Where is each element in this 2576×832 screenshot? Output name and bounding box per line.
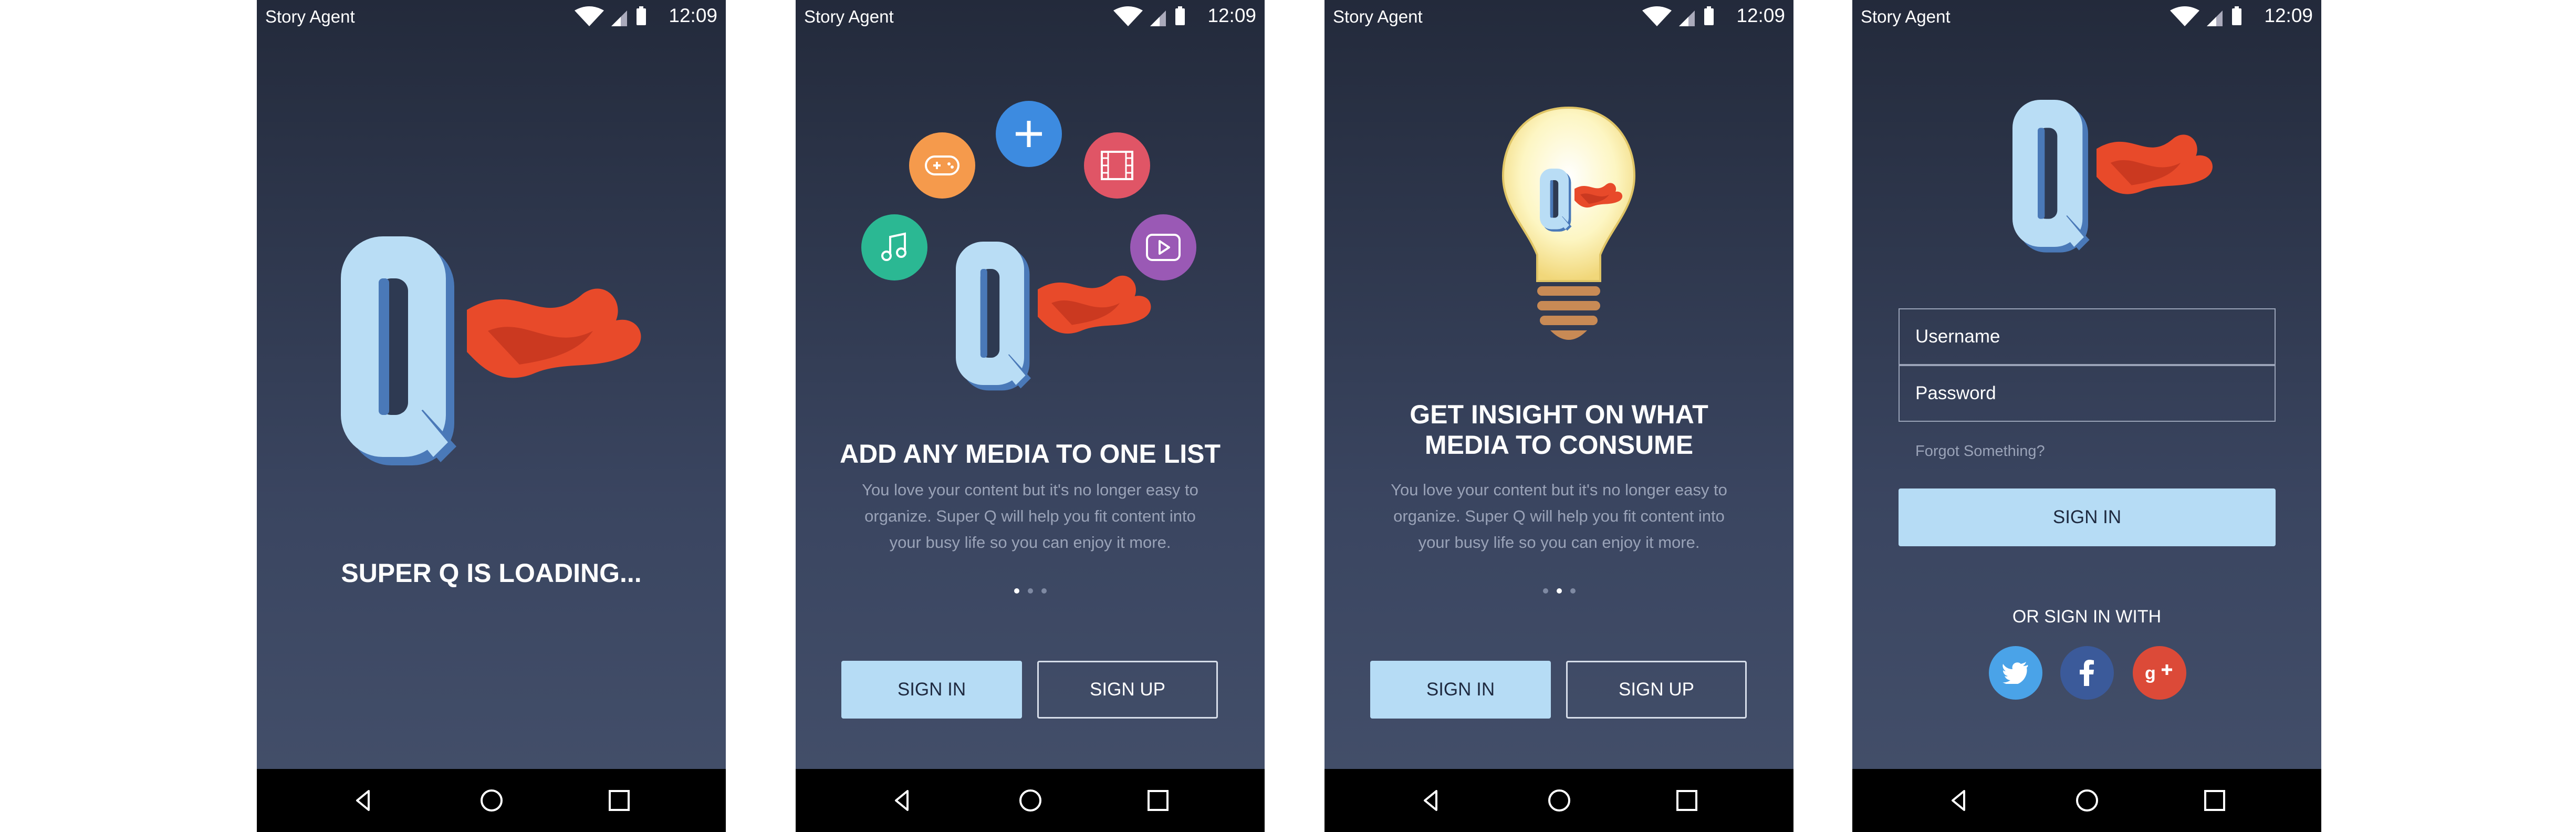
plus-icon: [996, 101, 1062, 167]
onboarding-description: You love your content but it's no longer…: [862, 481, 1198, 552]
status-bar: Story Agent 12:09: [257, 0, 726, 34]
page-dot-active: [1556, 588, 1562, 594]
svg-text:g: g: [2145, 663, 2156, 683]
music-icon: [861, 214, 927, 280]
onboarding-heading: ADD ANY MEDIA TO ONE LIST: [839, 439, 1221, 469]
carrier-label: Story Agent: [1333, 7, 1423, 26]
screen-onboarding-insight: Story Agent 12:09 GET INSIGHT ON WHAT ME…: [1324, 0, 1793, 832]
onboarding-heading: GET INSIGHT ON WHAT MEDIA TO CONSUME: [1410, 400, 1708, 460]
lightbulb-icon: [1501, 106, 1636, 340]
username-field[interactable]: Username: [1899, 308, 2276, 365]
recents-icon[interactable]: [1142, 785, 1174, 816]
home-icon[interactable]: [1543, 785, 1575, 816]
status-icons: [2169, 5, 2253, 28]
password-field[interactable]: Password: [1899, 365, 2276, 422]
home-icon[interactable]: [1015, 785, 1046, 816]
film-icon: [1084, 132, 1150, 199]
page-dot: [1542, 588, 1548, 594]
back-icon[interactable]: [348, 785, 379, 816]
super-q-logo: [956, 242, 1161, 405]
back-icon[interactable]: [1943, 785, 1975, 816]
status-icons: [573, 5, 658, 28]
nav-bar: [1324, 769, 1793, 832]
page-dot: [1570, 588, 1576, 594]
page-dot: [1027, 588, 1033, 594]
page-indicator: [796, 587, 1265, 595]
sign-in-button[interactable]: SIGN IN: [1899, 488, 2276, 546]
twitter-icon[interactable]: [1989, 646, 2042, 700]
recents-icon[interactable]: [2199, 785, 2230, 816]
or-sign-in-with-label: OR SIGN IN WITH: [2012, 607, 2162, 627]
clock: 12:09: [669, 5, 717, 26]
page-dot-active: [1014, 588, 1019, 594]
status-icons: [1112, 5, 1196, 28]
sign-up-button[interactable]: SIGN UP: [1037, 661, 1218, 719]
clock: 12:09: [2264, 5, 2313, 26]
sign-up-button[interactable]: SIGN UP: [1566, 661, 1747, 719]
page-dot: [1041, 588, 1047, 594]
recents-icon[interactable]: [603, 785, 635, 816]
super-q-logo: [2012, 100, 2223, 268]
nav-bar: [1852, 769, 2321, 832]
back-icon[interactable]: [887, 785, 918, 816]
nav-bar: [796, 769, 1265, 832]
gamepad-icon: [909, 132, 975, 199]
status-bar: Story Agent 12:09: [1852, 0, 2321, 34]
onboarding-description: You love your content but it's no longer…: [1391, 481, 1727, 552]
page-indicator: [1324, 587, 1793, 595]
status-icons: [1641, 5, 1725, 28]
google-plus-icon[interactable]: g: [2133, 646, 2186, 700]
loading-text: SUPER Q IS LOADING...: [341, 558, 642, 588]
carrier-label: Story Agent: [265, 7, 355, 26]
sign-in-button[interactable]: SIGN IN: [1370, 661, 1551, 719]
home-icon[interactable]: [2071, 785, 2103, 816]
screen-loading: Story Agent 12:09 SUPER Q IS LOADING...: [257, 0, 726, 832]
super-q-logo: [341, 236, 656, 488]
status-bar: Story Agent 12:09: [1324, 0, 1793, 34]
screen-sign-in: Story Agent 12:09 Username Password Forg…: [1852, 0, 2321, 832]
clock: 12:09: [1736, 5, 1785, 26]
recents-icon[interactable]: [1671, 785, 1703, 816]
nav-bar: [257, 769, 726, 832]
status-bar: Story Agent 12:09: [796, 0, 1265, 34]
carrier-label: Story Agent: [804, 7, 894, 26]
back-icon[interactable]: [1415, 785, 1447, 816]
home-icon[interactable]: [476, 785, 507, 816]
facebook-icon[interactable]: [2060, 646, 2114, 700]
screen-onboarding-media: Story Agent 12:09 ADD ANY MEDIA TO ONE L…: [796, 0, 1265, 832]
carrier-label: Story Agent: [1861, 7, 1951, 26]
clock: 12:09: [1207, 5, 1256, 26]
forgot-link[interactable]: Forgot Something?: [1915, 443, 2045, 460]
sign-in-button[interactable]: SIGN IN: [841, 661, 1022, 719]
